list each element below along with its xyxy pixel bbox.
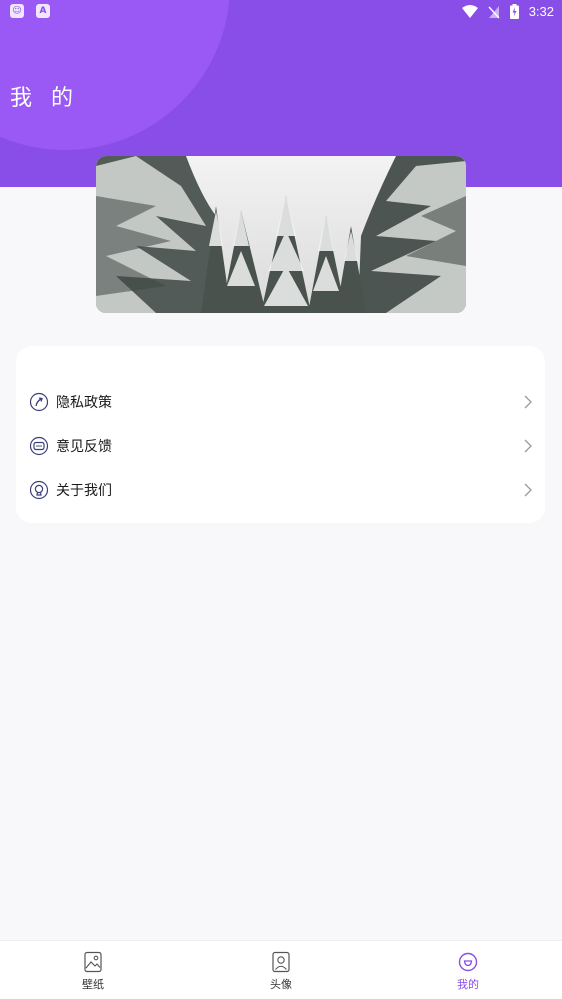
no-signal-icon [488, 5, 500, 18]
keyboard-icon: A [36, 4, 50, 18]
feedback-icon [29, 436, 49, 456]
status-bar: ☺ A 3:32 [0, 0, 562, 24]
menu-item-label: 意见反馈 [56, 439, 112, 455]
avatar-icon [272, 951, 290, 973]
nav-item-profile[interactable]: 我的 [438, 951, 498, 996]
menu-item-privacy[interactable]: 隐私政策 [16, 380, 545, 424]
privacy-icon [29, 392, 49, 412]
nav-label: 壁纸 [82, 978, 104, 991]
wallpaper-icon [84, 951, 102, 973]
banner-image [96, 156, 466, 313]
profile-icon [458, 952, 478, 972]
chevron-right-icon [524, 395, 532, 409]
chevron-right-icon [524, 439, 532, 453]
wifi-icon [461, 4, 478, 18]
notification-icon: ☺ [10, 4, 24, 18]
menu-item-label: 关于我们 [56, 483, 112, 499]
menu-item-feedback[interactable]: 意见反馈 [16, 424, 545, 468]
battery-icon [509, 4, 519, 19]
nav-label: 头像 [270, 978, 292, 991]
nav-label: 我的 [457, 978, 479, 991]
about-icon [29, 480, 49, 500]
menu-item-about[interactable]: 关于我们 [16, 468, 545, 512]
nav-item-avatar[interactable]: 头像 [251, 951, 311, 996]
menu-card: 隐私政策 意见反馈 关于我们 [16, 346, 545, 523]
nav-item-wallpaper[interactable]: 壁纸 [63, 951, 123, 996]
chevron-right-icon [524, 483, 532, 497]
bottom-nav: 壁纸 头像 我的 [0, 940, 562, 999]
menu-item-label: 隐私政策 [56, 395, 112, 411]
page-title: 我 的 [10, 86, 79, 111]
status-time: 3:32 [528, 4, 554, 19]
